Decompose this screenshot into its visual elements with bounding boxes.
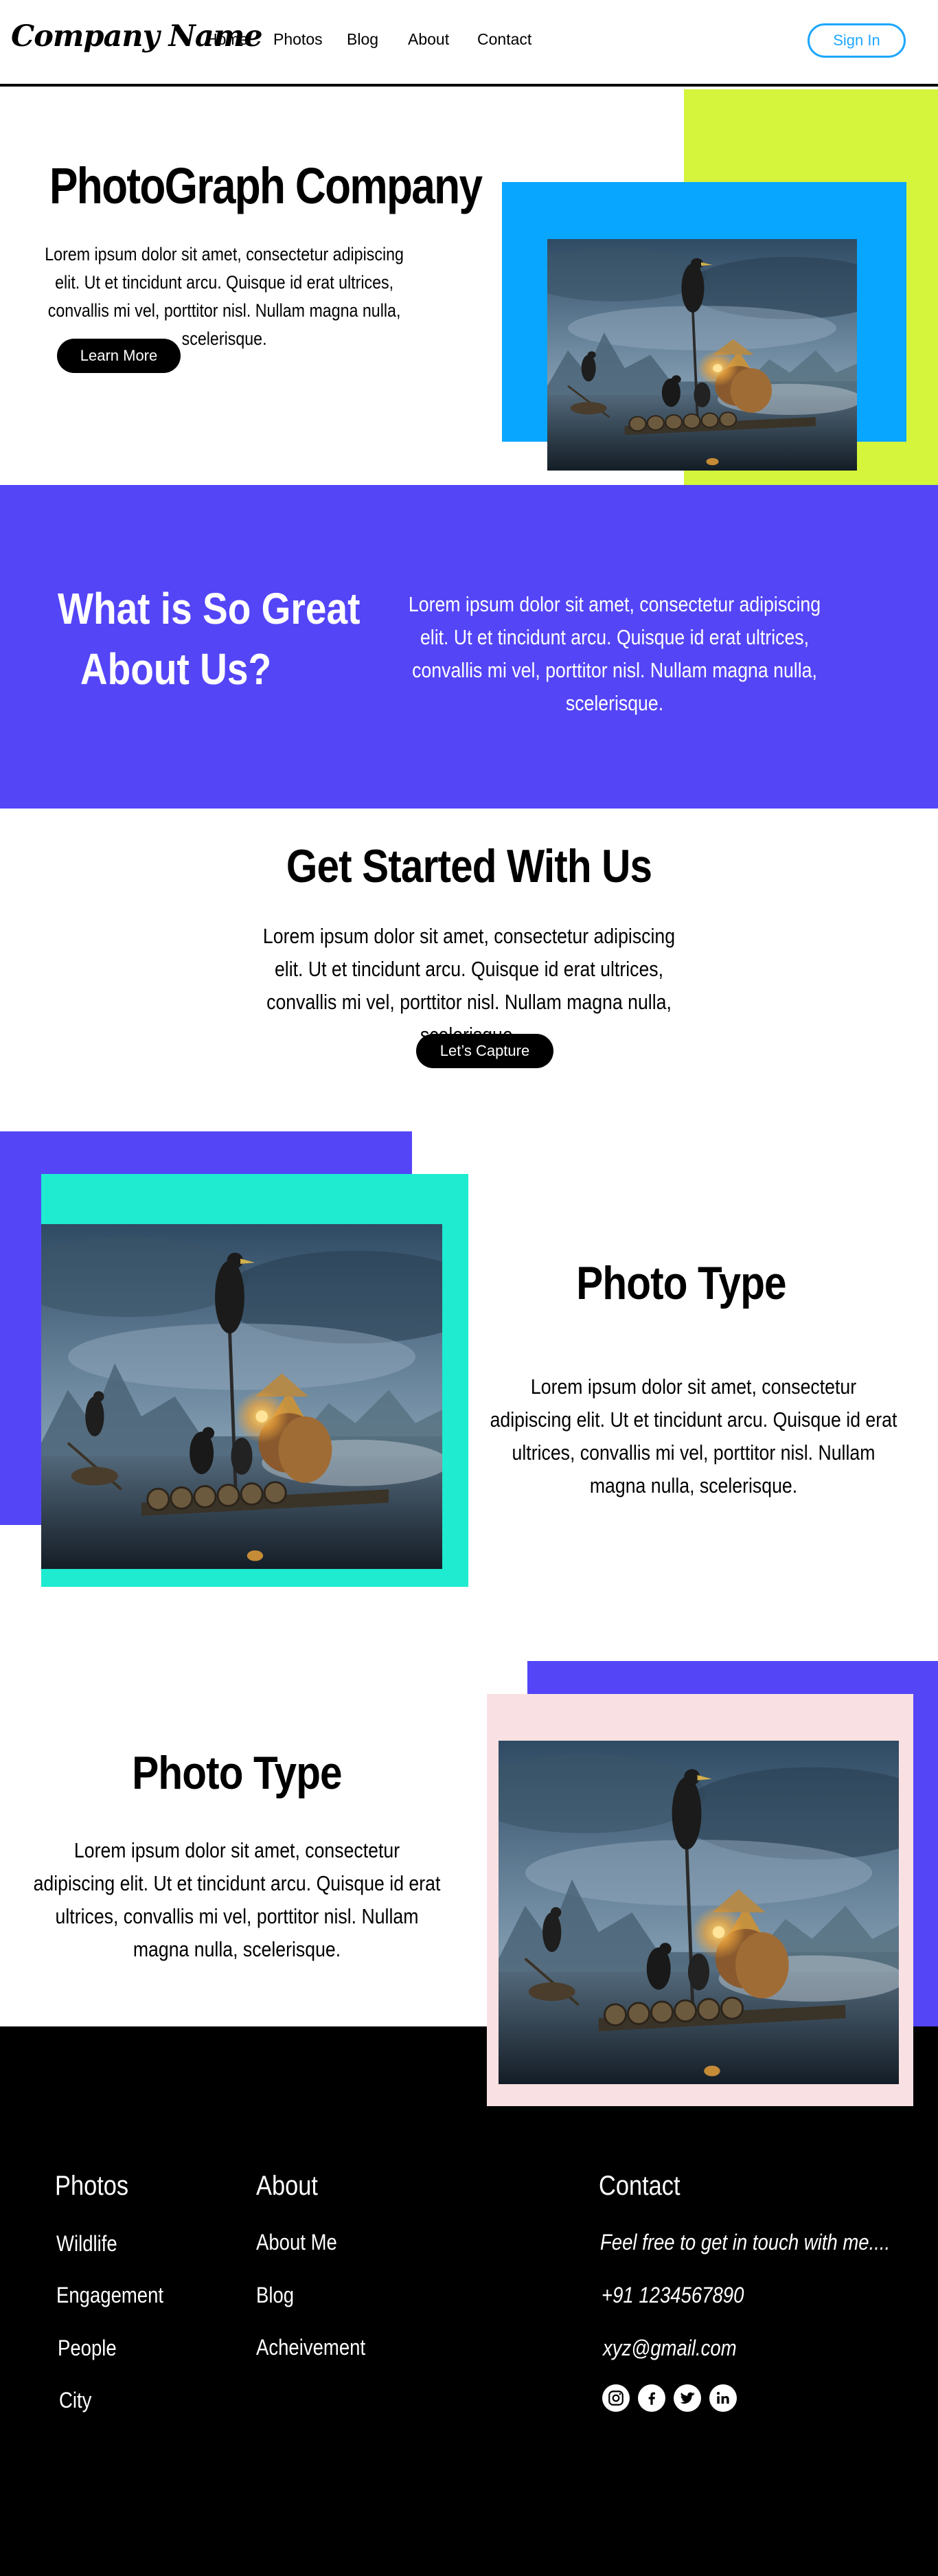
get-started-text: Lorem ipsum dolor sit amet, consectetur … <box>262 924 676 1047</box>
hero-title: PhotoGraph Company <box>49 157 483 214</box>
sign-in-button[interactable]: Sign In <box>808 23 906 58</box>
facebook-icon[interactable] <box>638 2384 665 2412</box>
about-band-title: What is So Great About Us? <box>58 578 360 699</box>
hero-text: Lorem ipsum dolor sit amet, consectetur … <box>45 244 404 349</box>
nav-about[interactable]: About <box>408 30 449 49</box>
section2-photo <box>499 1741 899 2084</box>
section1-photo <box>41 1224 442 1569</box>
footer-link-city[interactable]: City <box>59 2388 91 2413</box>
section1-text: Lorem ipsum dolor sit amet, consectetur … <box>490 1375 897 1498</box>
nav-contact[interactable]: Contact <box>477 30 531 49</box>
footer-contact-phone[interactable]: +91 1234567890 <box>602 2283 744 2308</box>
footer-link-engagement[interactable]: Engagement <box>56 2283 163 2308</box>
twitter-icon[interactable] <box>674 2384 701 2412</box>
learn-more-button[interactable]: Learn More <box>57 339 181 373</box>
nav-home[interactable]: Home <box>206 30 248 49</box>
about-band-title-line1: What is So Great <box>58 584 361 633</box>
footer-link-wildlife[interactable]: Wildlife <box>56 2231 117 2257</box>
get-started-title: Get Started With Us <box>286 840 652 892</box>
footer-link-blog[interactable]: Blog <box>256 2283 294 2308</box>
footer-link-about-me[interactable]: About Me <box>256 2230 337 2255</box>
nav-blog[interactable]: Blog <box>347 30 378 49</box>
footer-link-acheivement[interactable]: Acheivement <box>256 2335 365 2360</box>
footer-link-people[interactable]: People <box>58 2336 117 2361</box>
lets-capture-button[interactable]: Let’s Capture <box>416 1034 553 1068</box>
navbar: Company Name Home Photos Blog About Cont… <box>0 0 938 87</box>
about-band-text: Lorem ipsum dolor sit amet, consectetur … <box>408 592 821 715</box>
section1-title: Photo Type <box>576 1257 786 1309</box>
hero-photo <box>547 239 857 471</box>
linkedin-icon[interactable] <box>709 2384 737 2412</box>
about-band-title-line2: About Us? <box>80 644 272 694</box>
footer-contact-heading: Contact <box>599 2171 680 2201</box>
instagram-icon[interactable] <box>602 2384 630 2412</box>
footer-photos-heading: Photos <box>55 2171 129 2201</box>
section2-title: Photo Type <box>132 1747 342 1799</box>
footer-contact-tagline: Feel free to get in touch with me.... <box>600 2230 891 2255</box>
nav-photos[interactable]: Photos <box>273 30 323 49</box>
footer-about-heading: About <box>256 2171 318 2201</box>
section2-text: Lorem ipsum dolor sit amet, consectetur … <box>33 1838 441 1961</box>
footer-contact-email[interactable]: xyz@gmail.com <box>603 2336 737 2361</box>
